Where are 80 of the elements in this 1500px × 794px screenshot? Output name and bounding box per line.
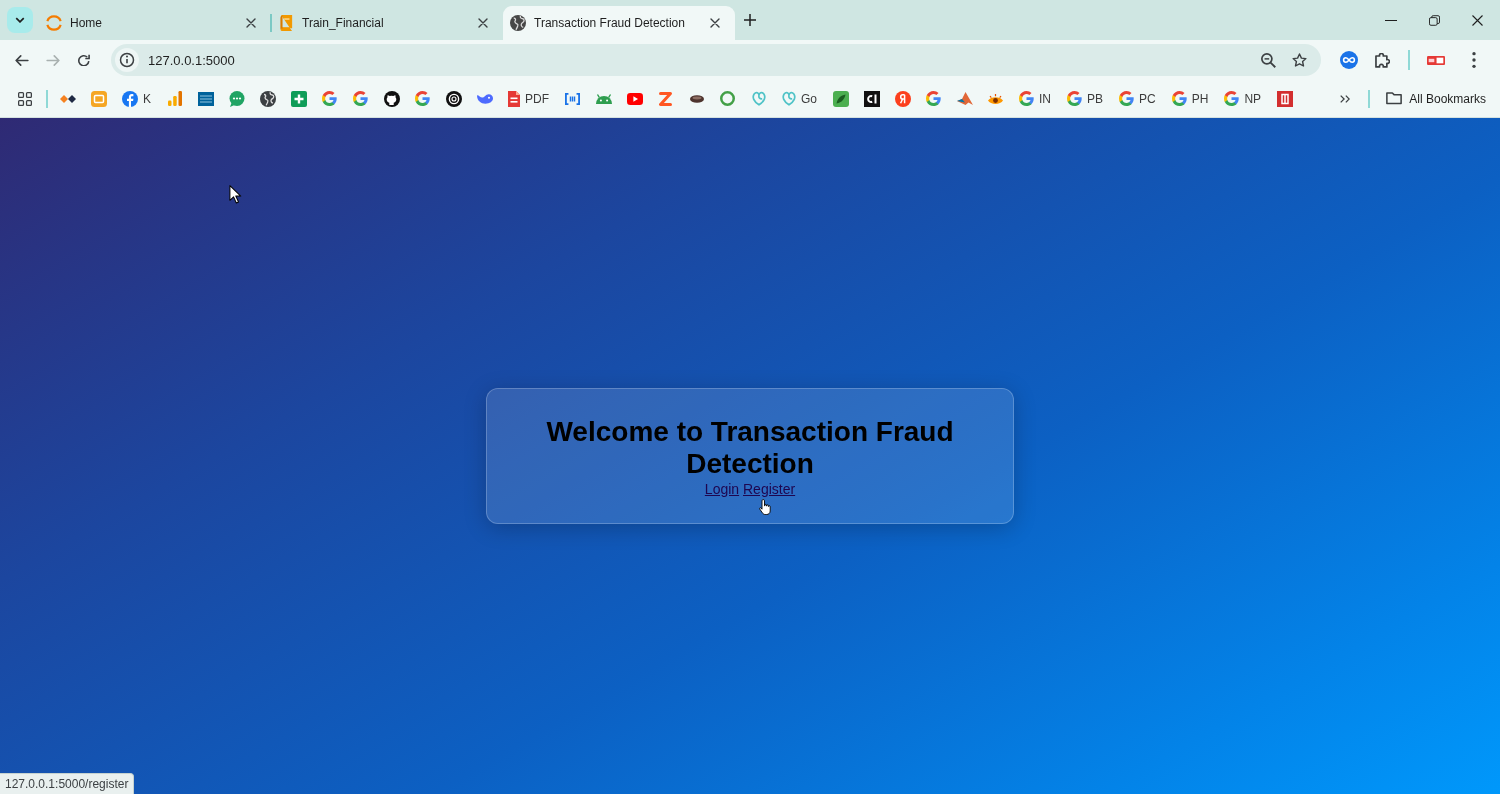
browser-tab[interactable]: Transaction Fraud Detection <box>503 6 735 40</box>
globe-icon <box>259 90 276 107</box>
g-logo-icon <box>1224 91 1240 106</box>
double-chevron-icon[interactable] <box>1340 94 1351 103</box>
forward-icon <box>46 54 60 66</box>
bookmark-button[interactable]: PDF <box>500 84 557 113</box>
robot-head-icon <box>595 93 612 104</box>
f-circle-icon <box>122 90 138 107</box>
apps-grid-icon[interactable] <box>18 91 32 106</box>
restore-icon[interactable] <box>1429 14 1440 26</box>
browser-tab[interactable]: Train_Financial <box>271 6 503 40</box>
bookmark-button[interactable]: IN <box>1011 84 1060 113</box>
site-info-icon[interactable] <box>115 48 139 72</box>
more-menu-icon[interactable] <box>1472 52 1476 68</box>
zoom-out-icon[interactable] <box>1261 52 1276 68</box>
ticket-icon[interactable] <box>1427 55 1445 65</box>
striped-tile-icon <box>197 91 214 106</box>
infinity-circle-icon[interactable] <box>1340 51 1358 69</box>
target-circle-icon <box>445 90 462 107</box>
url-text: 127.0.0.1:5000 <box>148 52 235 68</box>
split-ring-icon <box>46 15 62 31</box>
whale-icon <box>476 93 493 104</box>
leaf-tile-icon <box>832 90 849 107</box>
bar-chart-icon <box>167 91 182 106</box>
pointer-cursor-icon <box>229 185 242 204</box>
plus-tile-icon <box>290 90 307 107</box>
dark-tile-icon <box>863 90 880 107</box>
folder-icon <box>1386 92 1403 105</box>
close-icon[interactable] <box>1472 14 1483 26</box>
back-button[interactable] <box>14 52 30 68</box>
globe-icon <box>510 15 526 31</box>
cat-circle-icon <box>383 90 400 107</box>
page-heading: Welcome to Transaction Fraud Detection <box>545 415 955 480</box>
g-logo-icon <box>322 91 337 106</box>
close-icon[interactable] <box>246 18 256 28</box>
g-logo-icon <box>1171 91 1187 106</box>
heart-outline-icon <box>782 91 796 106</box>
address-bar[interactable]: 127.0.0.1:5000 <box>111 44 1321 76</box>
zigzag-icon <box>659 91 672 106</box>
reload-icon <box>78 54 90 66</box>
heart-outline-icon <box>751 91 766 106</box>
g-logo-icon <box>353 91 368 106</box>
oval-icon <box>689 94 704 103</box>
star-icon[interactable] <box>1292 53 1307 67</box>
panel-tile-icon <box>1276 90 1293 107</box>
hand-cursor-icon <box>759 499 772 515</box>
bookmark-button[interactable]: PB <box>1059 84 1112 113</box>
bookmark-button[interactable]: PH <box>1163 84 1217 113</box>
brackets-icon <box>565 92 580 105</box>
badge-circle-icon <box>894 90 911 107</box>
tab-list-button[interactable] <box>7 7 33 33</box>
diamonds-icon <box>59 94 76 103</box>
bookmark-button[interactable]: K <box>114 84 159 113</box>
bookmark-button[interactable]: NP <box>1216 84 1270 113</box>
book-icon <box>278 15 294 31</box>
reload-button[interactable] <box>76 52 92 68</box>
status-bubble: 127.0.0.1:5000/register <box>0 773 135 794</box>
all-bookmarks-button[interactable]: All Bookmarks <box>1386 84 1486 113</box>
chevron-down-icon <box>15 17 25 23</box>
eye-icon <box>988 93 1004 104</box>
peak-icon <box>956 92 973 105</box>
minimize-icon[interactable] <box>1385 19 1397 21</box>
close-icon[interactable] <box>710 18 720 28</box>
g-logo-icon <box>1019 91 1035 106</box>
ring-icon <box>720 91 735 106</box>
puzzle-icon[interactable] <box>1375 52 1390 68</box>
back-icon <box>15 54 29 66</box>
document-icon <box>508 90 520 107</box>
close-icon[interactable] <box>478 18 488 28</box>
browser-tab[interactable]: Home <box>39 6 271 40</box>
plus-icon[interactable] <box>744 14 756 26</box>
g-logo-icon <box>415 91 430 106</box>
bookmark-button[interactable]: PC <box>1111 84 1164 113</box>
bookmark-button[interactable]: Go <box>774 84 826 113</box>
chat-bubble-icon <box>228 90 245 107</box>
g-logo-icon <box>926 91 942 106</box>
card-tile-icon <box>90 90 107 107</box>
g-logo-icon <box>1067 91 1083 106</box>
g-logo-icon <box>1119 91 1135 106</box>
play-button-icon <box>626 92 643 105</box>
